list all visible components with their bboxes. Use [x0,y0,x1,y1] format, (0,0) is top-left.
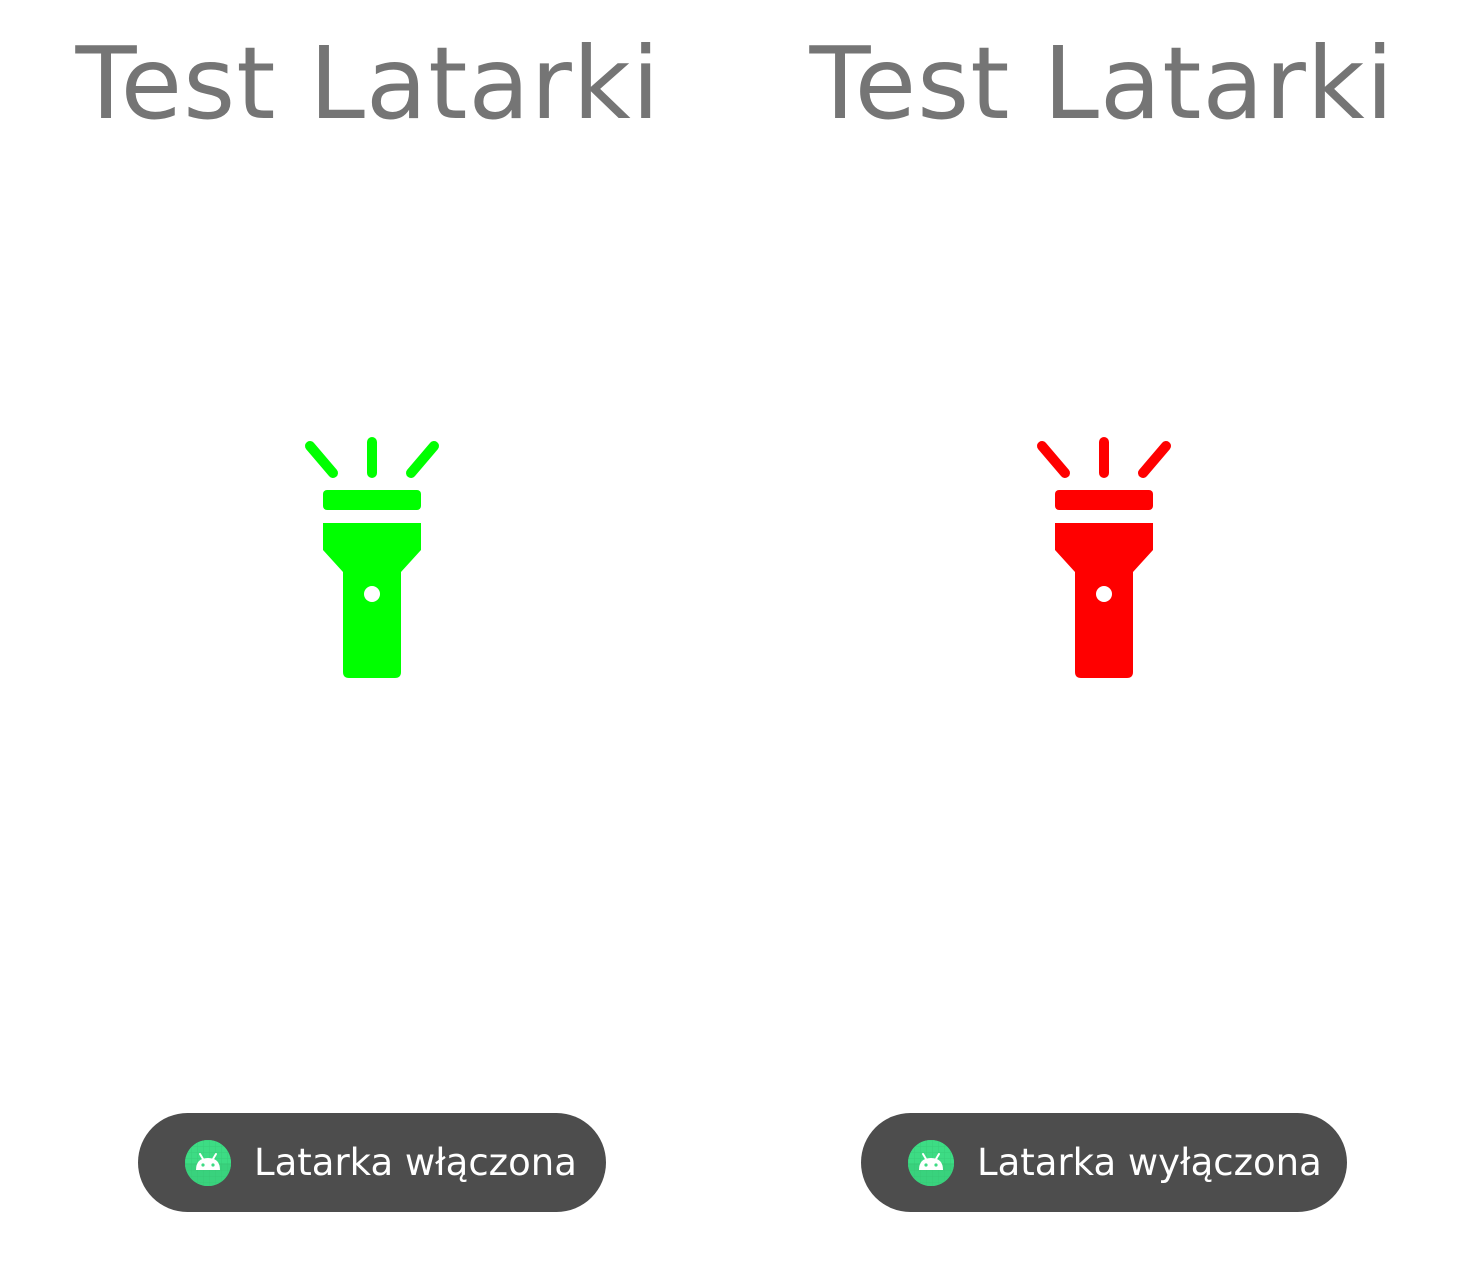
toast-message: Latarka wyłączona [977,1141,1322,1184]
android-app-icon [185,1140,231,1186]
toast-notification: Latarka wyłączona [861,1113,1347,1212]
flashlight-shape [305,437,439,678]
toast-message: Latarka włączona [254,1141,577,1184]
screen-flashlight-off: Test Latarki Latarka wyłączona [740,0,1480,1272]
flashlight-icon[interactable] [1034,432,1174,684]
flashlight-shape [1037,437,1171,678]
android-app-icon [908,1140,954,1186]
page-title: Test Latarki [809,25,1395,142]
screen-flashlight-on: Test Latarki Latarka włączona [0,0,740,1272]
page-title: Test Latarki [75,25,661,142]
flashlight-icon[interactable] [302,432,442,684]
toast-notification: Latarka włączona [138,1113,606,1212]
